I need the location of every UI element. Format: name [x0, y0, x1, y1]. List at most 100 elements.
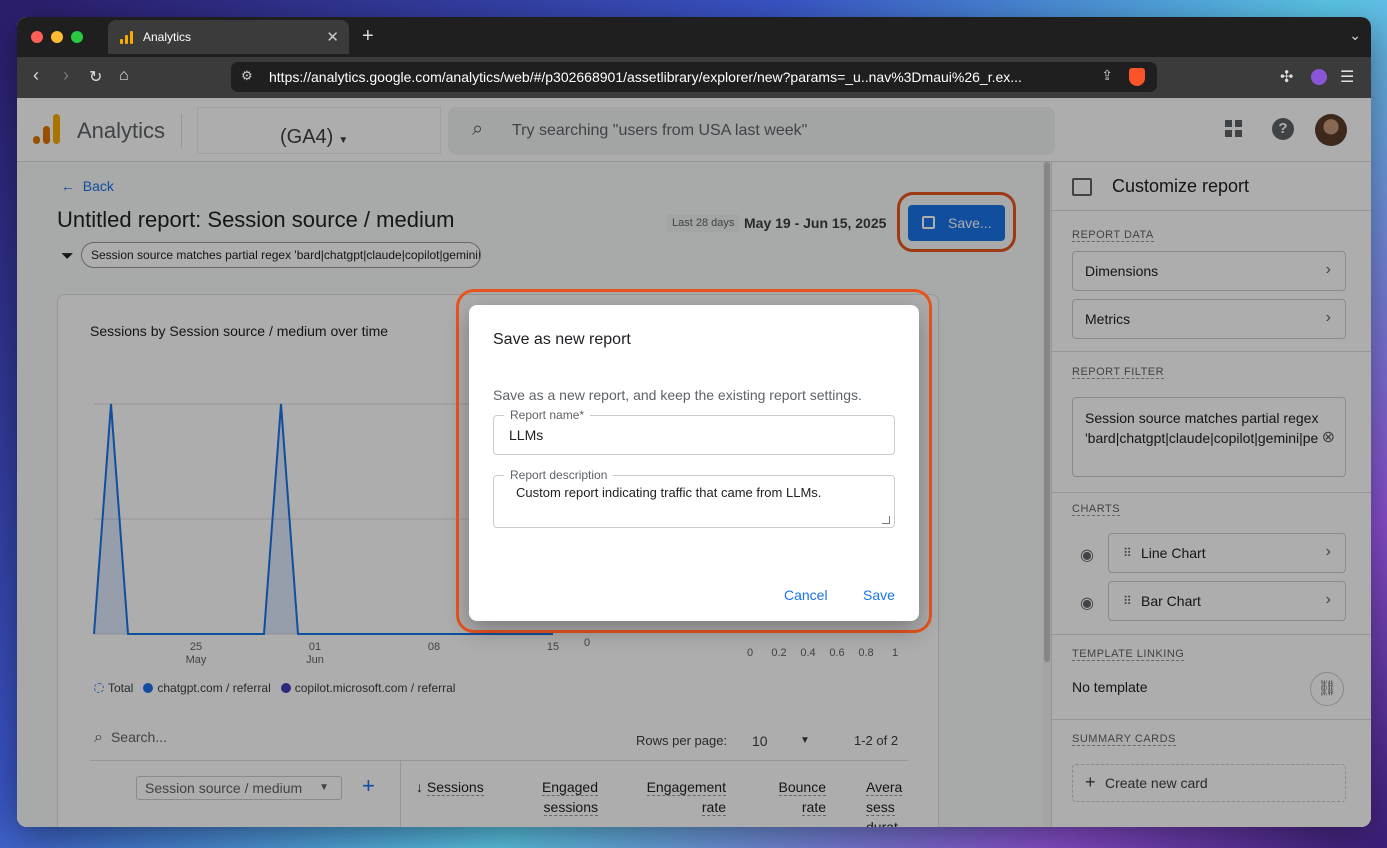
caret-down-icon[interactable]: ▼	[800, 735, 810, 746]
search-placeholder: Try searching "users from USA last week"	[512, 122, 808, 139]
line-chart-button[interactable]: ⠿ Line Chart ›	[1108, 533, 1346, 573]
column-header-sessions[interactable]: ↓ Sessions	[416, 777, 484, 797]
dialog-save-button[interactable]: Save	[863, 587, 895, 603]
legend-item[interactable]: copilot.microsoft.com / referral	[280, 681, 456, 695]
new-tab-icon[interactable]: +	[362, 25, 374, 48]
bar-axis-tick: 0.4	[800, 647, 815, 659]
save-report-dialog: Save as new report Save as a new report,…	[469, 305, 919, 621]
analytics-logo-icon	[33, 114, 60, 144]
legend-item[interactable]: Total	[94, 681, 133, 695]
forward-arrow-icon[interactable]: ›	[63, 65, 69, 86]
column-header-label: Engagement	[646, 779, 726, 796]
chevron-right-icon: ›	[1325, 309, 1331, 326]
column-header-label: Engaged	[541, 779, 598, 796]
x-tick-label: 08	[428, 641, 440, 653]
drag-handle-icon[interactable]: ⠿	[1123, 594, 1132, 608]
dialog-description: Save as a new report, and keep the exist…	[493, 387, 862, 403]
back-label: Back	[82, 178, 114, 194]
date-range-picker[interactable]: May 19 - Jun 15, 2025	[744, 215, 886, 231]
avatar[interactable]	[1315, 114, 1347, 146]
bar-axis-tick: 0.6	[829, 647, 844, 659]
add-dimension-button[interactable]: +	[362, 773, 375, 799]
chevron-right-icon: ›	[1325, 591, 1331, 608]
back-link[interactable]: ← Back	[61, 178, 114, 194]
report-name-field[interactable]: Report name* LLMs	[493, 408, 895, 455]
search-icon: ⌕	[472, 118, 484, 140]
caret-down-icon: ▼	[319, 782, 329, 793]
analytics-header: Analytics (GA4) ▼ ⌕ Try searching "users …	[17, 98, 1371, 162]
save-highlight-ring	[897, 192, 1016, 252]
legend-swatch	[280, 683, 291, 693]
panel-divider	[1052, 210, 1371, 211]
x-tick-label: Jun	[306, 654, 324, 666]
panel-divider	[1052, 492, 1371, 493]
rows-per-page-select[interactable]: 10	[752, 733, 768, 749]
create-card-label: Create new card	[1105, 775, 1208, 791]
url-bar[interactable]: ⚙ https://analytics.google.com/analytics…	[231, 62, 1157, 92]
cancel-button[interactable]: Cancel	[784, 587, 828, 603]
browser-tab[interactable]: Analytics ✕	[108, 20, 349, 54]
drag-handle-icon[interactable]: ⠿	[1123, 546, 1132, 560]
pagination-text: 1-2 of 2	[854, 733, 899, 748]
section-summary-cards: SUMMARY CARDS	[1072, 733, 1176, 746]
profile-icon[interactable]	[1311, 69, 1327, 85]
url-text: https://analytics.google.com/analytics/w…	[269, 69, 1022, 85]
bar-axis-tick: 0	[747, 647, 753, 659]
search-box[interactable]: ⌕ Try searching "users from USA last wee…	[448, 107, 1055, 155]
share-icon[interactable]: ⇪	[1101, 67, 1113, 84]
date-preset-label: Last 28 days	[667, 214, 740, 232]
close-tab-icon[interactable]: ✕	[326, 28, 339, 46]
tab-bar: Analytics ✕ + ⌄	[17, 17, 1371, 57]
resize-handle-icon[interactable]	[882, 516, 890, 524]
legend-item[interactable]: chatgpt.com / referral	[143, 681, 271, 695]
report-description-value: Custom report indicating traffic that ca…	[516, 485, 822, 500]
column-header-bounce-rate[interactable]: Bounce rate	[768, 777, 826, 817]
dimension-select[interactable]: Session source / medium ▼	[136, 776, 342, 800]
home-icon[interactable]: ⌂	[119, 67, 129, 85]
chevron-down-icon[interactable]: ⌄	[1349, 27, 1361, 44]
extensions-icon[interactable]: ✣	[1280, 67, 1293, 87]
rows-per-page-label: Rows per page:	[636, 733, 728, 748]
report-filter-box[interactable]: Session source matches partial regex 'ba…	[1072, 397, 1346, 477]
table-search[interactable]: ⌕ Search...	[94, 729, 167, 747]
main-scrollbar-thumb[interactable]	[1044, 162, 1050, 662]
column-header-label: Sessions	[426, 779, 484, 796]
customize-report-panel: Customize report REPORT DATA Dimensions ›…	[1051, 162, 1371, 827]
clear-filter-icon[interactable]: ⊗	[1322, 428, 1335, 448]
help-icon[interactable]: ?	[1272, 118, 1294, 140]
unlink-icon[interactable]: ⛓	[1310, 672, 1344, 706]
column-header-engagement-rate[interactable]: Engagement rate	[638, 777, 726, 817]
panel-header: Customize report	[1072, 176, 1249, 197]
legend-label: copilot.microsoft.com / referral	[294, 681, 456, 695]
x-tick-label: 25	[190, 641, 202, 653]
filter-chip[interactable]: Session source matches partial regex 'ba…	[81, 242, 481, 268]
dimension-select-label: Session source / medium	[145, 780, 303, 796]
report-description-field[interactable]: Report description Custom report indicat…	[493, 468, 895, 528]
menu-icon[interactable]: ☰	[1340, 67, 1354, 87]
report-description-label: Report description	[504, 468, 614, 482]
minimize-window-button[interactable]	[51, 31, 63, 43]
back-arrow-icon[interactable]: ‹	[33, 65, 39, 86]
maximize-window-button[interactable]	[71, 31, 83, 43]
dimensions-button[interactable]: Dimensions ›	[1072, 251, 1346, 291]
visibility-eye-icon[interactable]: ◉	[1080, 545, 1094, 565]
close-window-button[interactable]	[31, 31, 43, 43]
apps-grid-icon[interactable]	[1225, 120, 1242, 137]
brave-shield-icon[interactable]	[1129, 68, 1145, 86]
bar-chart-button[interactable]: ⠿ Bar Chart ›	[1108, 581, 1346, 621]
visibility-eye-icon[interactable]: ◉	[1080, 593, 1094, 613]
bar-chart-label: Bar Chart	[1141, 593, 1201, 609]
report-filter-text: Session source matches partial regex 'ba…	[1085, 410, 1319, 446]
column-header-engaged-sessions[interactable]: Engaged sessions	[526, 777, 598, 817]
site-settings-icon[interactable]: ⚙	[241, 68, 253, 84]
column-header-avg-session-duration[interactable]: Avera sess durat	[866, 777, 908, 827]
panel-title: Customize report	[1112, 176, 1250, 196]
metrics-button[interactable]: Metrics ›	[1072, 299, 1346, 339]
column-header-label: rate	[801, 799, 826, 816]
create-new-card-button[interactable]: + Create new card	[1072, 764, 1346, 802]
section-report-data: REPORT DATA	[1072, 229, 1154, 242]
dialog-title: Save as new report	[493, 331, 631, 348]
property-selector[interactable]: (GA4) ▼	[280, 126, 348, 149]
x-tick-label: 01	[309, 641, 321, 653]
reload-icon[interactable]: ↻	[89, 67, 102, 87]
